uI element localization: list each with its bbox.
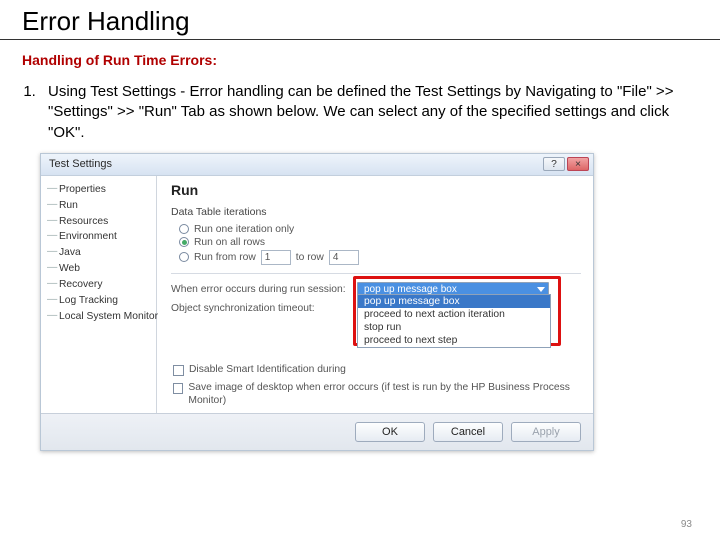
tree-item-logtracking[interactable]: Log Tracking <box>45 293 152 309</box>
dialog-title: Test Settings <box>49 158 112 170</box>
divider <box>171 273 581 274</box>
disable-smart-id-label: Disable Smart Identification during <box>189 364 346 375</box>
iterations-label: Data Table iterations <box>171 206 581 218</box>
checkbox-icon[interactable] <box>173 383 183 394</box>
option-stop[interactable]: stop run <box>358 321 550 334</box>
option-next-step[interactable]: proceed to next step <box>358 334 550 347</box>
save-desktop-image-label: Save image of desktop when error occurs … <box>188 382 581 408</box>
sync-timeout-label: Object synchronization timeout: <box>171 303 357 314</box>
radio-from-row[interactable]: Run from row 1 to row 4 <box>179 250 581 265</box>
to-row-input[interactable]: 4 <box>329 250 359 265</box>
radio-icon <box>179 224 189 234</box>
tree-item-localsysmon[interactable]: Local System Monitor <box>45 309 152 325</box>
body-text: Using Test Settings - Error handling can… <box>0 82 720 143</box>
radio-all-rows[interactable]: Run on all rows <box>179 237 581 248</box>
help-icon[interactable]: ? <box>543 157 565 171</box>
dropdown-list[interactable]: pop up message box proceed to next actio… <box>357 294 551 348</box>
body-list-item: Using Test Settings - Error handling can… <box>40 82 690 143</box>
error-action-label: When error occurs during run session: <box>171 284 357 295</box>
tree-item-run[interactable]: Run <box>45 198 152 214</box>
radio-icon <box>179 237 189 247</box>
radio-label: Run one iteration only <box>194 224 294 235</box>
tree-item-resources[interactable]: Resources <box>45 214 152 230</box>
tree-item-properties[interactable]: Properties <box>45 182 152 198</box>
from-row-input[interactable]: 1 <box>261 250 291 265</box>
section-heading: Handling of Run Time Errors: <box>0 52 720 68</box>
option-popup[interactable]: pop up message box <box>358 295 550 308</box>
test-settings-dialog: Test Settings ? × Properties Run Resourc… <box>40 153 594 452</box>
radio-label: Run from row <box>194 252 256 263</box>
radio-icon <box>179 252 189 262</box>
radio-one-iteration[interactable]: Run one iteration only <box>179 224 581 235</box>
titlebar: Test Settings ? × <box>41 154 593 176</box>
tree-item-recovery[interactable]: Recovery <box>45 277 152 293</box>
option-next-iteration[interactable]: proceed to next action iteration <box>358 308 550 321</box>
chevron-down-icon <box>537 287 545 292</box>
button-bar: OK Cancel Apply <box>41 413 593 450</box>
apply-button[interactable]: Apply <box>511 422 581 442</box>
close-icon[interactable]: × <box>567 157 589 171</box>
radio-label: Run on all rows <box>194 237 265 248</box>
nav-tree[interactable]: Properties Run Resources Environment Jav… <box>41 176 157 414</box>
tree-item-web[interactable]: Web <box>45 261 152 277</box>
run-panel: Run Data Table iterations Run one iterat… <box>157 176 593 414</box>
panel-heading: Run <box>171 182 581 198</box>
to-row-label: to row <box>296 252 324 263</box>
tree-item-java[interactable]: Java <box>45 245 152 261</box>
cancel-button[interactable]: Cancel <box>433 422 503 442</box>
slide-title: Error Handling <box>0 0 720 40</box>
checkbox-icon[interactable] <box>173 365 184 376</box>
tree-item-environment[interactable]: Environment <box>45 229 152 245</box>
ok-button[interactable]: OK <box>355 422 425 442</box>
page-number: 93 <box>681 519 692 530</box>
